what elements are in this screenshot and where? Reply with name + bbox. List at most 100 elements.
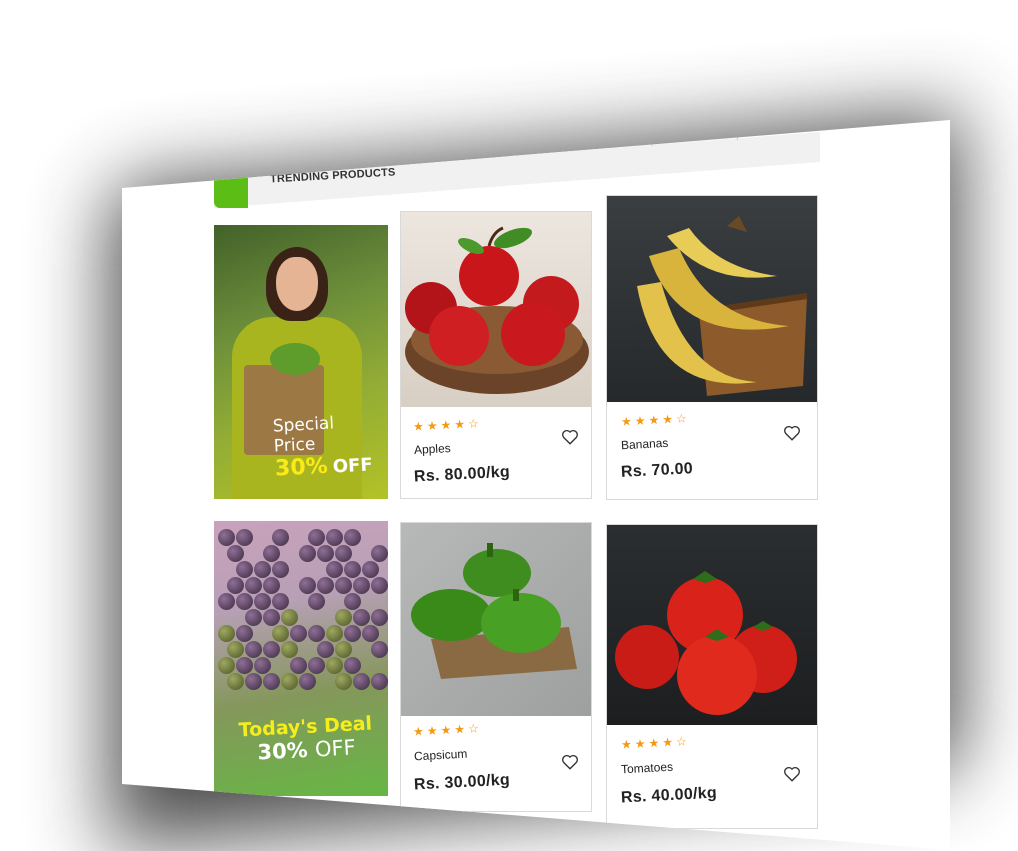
grape-shape [236, 561, 253, 578]
product-image-bananas [607, 196, 817, 402]
grape-shape [335, 641, 352, 658]
grape-shape [245, 641, 262, 658]
product-name: Bananas [621, 436, 669, 452]
todays-deal-percent: 30% [257, 738, 308, 765]
grape-shape [299, 577, 316, 594]
grape-shape [227, 641, 244, 658]
star-empty-icon: ☆ [676, 734, 690, 749]
grape-shape [227, 577, 244, 594]
star-icon: ★★★★ [621, 412, 677, 429]
grape-shape [317, 577, 334, 594]
special-price-line2: Price [273, 432, 372, 457]
grape-shape [236, 657, 253, 674]
grape-shape [308, 657, 325, 674]
special-price-banner[interactable]: Special Price 30% OFF [214, 225, 388, 499]
grape-shape [344, 625, 361, 642]
grape-shape [299, 545, 316, 562]
grape-shape [272, 561, 289, 578]
grape-shape [227, 545, 244, 562]
product-price: Rs. 70.00 [621, 460, 694, 482]
grape-shape [335, 609, 352, 626]
grape-shape [308, 593, 325, 610]
star-icon: ★★★★ [413, 722, 469, 739]
grape-shape [281, 609, 298, 626]
grape-shape [326, 561, 343, 578]
grape-shape [263, 673, 280, 690]
product-name: Tomatoes [621, 760, 674, 777]
grape-shape [317, 641, 334, 658]
product-price: Rs. 30.00/kg [414, 771, 511, 794]
grape-shape [308, 529, 325, 546]
capsicum-illustration [401, 523, 591, 716]
heart-icon[interactable] [783, 765, 801, 783]
grape-shape [218, 657, 235, 674]
grape-shape [281, 641, 298, 658]
grape-shape [290, 625, 307, 642]
grape-shape [245, 609, 262, 626]
grape-shape [218, 529, 235, 546]
rating-tomatoes: ★★★★☆ [621, 734, 690, 752]
grape-shape [335, 545, 352, 562]
grape-shape [326, 657, 343, 674]
grape-shape [272, 625, 289, 642]
grape-shape [263, 545, 280, 562]
grape-shape [344, 657, 361, 674]
special-price-off: OFF [332, 455, 373, 478]
grape-shape [344, 593, 361, 610]
apples-illustration [401, 212, 591, 407]
rating-apples: ★★★★☆ [413, 416, 482, 434]
section-accent [214, 160, 248, 208]
product-image-capsicum [401, 523, 591, 716]
grape-shape [308, 625, 325, 642]
grape-shape [227, 673, 244, 690]
heart-icon[interactable] [561, 428, 579, 446]
heart-icon[interactable] [783, 424, 801, 442]
grape-shape [371, 577, 388, 594]
grape-shape [272, 593, 289, 610]
grape-shape [263, 609, 280, 626]
grape-shape [353, 673, 370, 690]
grape-shape [344, 529, 361, 546]
grape-shape [362, 625, 379, 642]
rating-capsicum: ★★★★☆ [413, 721, 482, 739]
product-name: Capsicum [414, 747, 468, 764]
grape-shape [371, 673, 388, 690]
grape-shape [245, 673, 262, 690]
grape-shape [263, 641, 280, 658]
special-price-percent: 30% [274, 454, 328, 482]
star-icon: ★★★★ [621, 735, 677, 752]
product-card-apples[interactable]: ★★★★☆ Apples Rs. 80.00/kg [400, 211, 592, 499]
product-card-capsicum[interactable]: ★★★★☆ Capsicum Rs. 30.00/kg [400, 522, 592, 812]
grape-shape [326, 529, 343, 546]
product-card-bananas[interactable]: ★★★★☆ Bananas Rs. 70.00 [606, 195, 818, 500]
grape-shape [371, 609, 388, 626]
grape-shape [290, 657, 307, 674]
bananas-illustration [607, 196, 817, 402]
grape-shape [263, 577, 280, 594]
star-empty-icon: ☆ [468, 416, 482, 431]
grape-shape [236, 593, 253, 610]
heart-icon[interactable] [561, 753, 579, 771]
tomatoes-illustration [607, 525, 817, 725]
grape-shape [326, 625, 343, 642]
star-icon: ★★★★ [413, 417, 469, 434]
grape-shape [236, 625, 253, 642]
grape-shape [245, 577, 262, 594]
banner-model-face [276, 257, 318, 311]
grape-shape [218, 593, 235, 610]
grape-shape [371, 545, 388, 562]
grape-shape [353, 577, 370, 594]
product-card-tomatoes[interactable]: ★★★★☆ Tomatoes Rs. 40.00/kg [606, 524, 818, 829]
vegetables-image [270, 343, 320, 375]
todays-deal-off: OFF [314, 735, 356, 761]
product-price: Rs. 80.00/kg [414, 463, 511, 486]
grape-shape [281, 673, 298, 690]
grape-shape [344, 561, 361, 578]
grape-shape [272, 529, 289, 546]
trending-products-page: TRENDING PRODUCTS New Product Best Selle… [122, 120, 950, 850]
star-empty-icon: ☆ [676, 411, 690, 426]
todays-deal-banner[interactable]: Today's Deal 30% OFF [214, 521, 388, 796]
grape-shape [335, 673, 352, 690]
grape-shape [371, 641, 388, 658]
product-name: Apples [414, 441, 451, 457]
